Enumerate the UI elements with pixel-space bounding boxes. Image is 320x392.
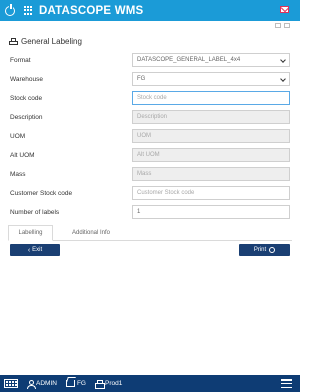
warehouse-select[interactable]: FG (132, 72, 290, 86)
exit-button[interactable]: ‹ Exit (10, 244, 60, 256)
mass-label: Mass (10, 170, 26, 178)
customer-stock-code-label: Customer Stock code (10, 189, 73, 197)
chevron-down-icon (280, 57, 286, 63)
exit-button-label: Exit (32, 247, 43, 253)
app-header: DATASCOPE WMS (0, 0, 300, 21)
footer-warehouse[interactable]: FG (65, 380, 86, 387)
number-of-labels-value: 1 (137, 209, 141, 215)
mass-field: Mass (132, 167, 290, 181)
uom-label: UOM (10, 132, 26, 140)
print-button-label: Print (253, 247, 267, 253)
print-button[interactable]: Print (239, 244, 290, 256)
number-of-labels-label: Number of labels (10, 208, 60, 216)
power-icon[interactable] (5, 3, 15, 16)
customer-stock-code-placeholder: Customer Stock code (137, 190, 195, 196)
description-label: Description (10, 113, 43, 121)
hamburger-menu-icon[interactable] (281, 379, 292, 388)
page-title-text: General Labeling (21, 37, 82, 46)
description-placeholder: Description (137, 114, 168, 120)
description-field: Description (132, 110, 290, 124)
footer-printer-label: Prod1 (104, 380, 123, 387)
stock-code-input[interactable]: Stock code (132, 91, 290, 105)
warehouse-label: Warehouse (10, 75, 43, 83)
printer-icon (9, 37, 18, 46)
customer-stock-code-input[interactable]: Customer Stock code (132, 186, 290, 200)
stock-code-placeholder: Stock code (137, 95, 167, 101)
check-circle-icon (269, 247, 276, 253)
alt-uom-label: Alt UOM (10, 151, 35, 159)
stock-code-label: Stock code (10, 94, 43, 102)
toolbar-icons (275, 23, 290, 28)
uom-field: UOM (132, 129, 290, 143)
settings-small-icon[interactable] (284, 23, 290, 28)
tab-bar: Labelling Additional Info (8, 225, 292, 241)
alt-uom-placeholder: Alt UOM (137, 152, 160, 158)
warehouse-icon (65, 380, 75, 387)
format-value: DATASCOPE_GENERAL_LABEL_4x4 (137, 57, 241, 63)
mail-icon[interactable] (280, 6, 289, 13)
mass-placeholder: Mass (137, 171, 152, 177)
user-icon (27, 379, 36, 389)
footer-user[interactable]: ADMIN (27, 379, 57, 389)
page-title: General Labeling (9, 37, 82, 46)
format-select[interactable]: DATASCOPE_GENERAL_LABEL_4x4 (132, 53, 290, 67)
print-small-icon[interactable] (275, 23, 281, 28)
keyboard-icon[interactable] (4, 379, 18, 388)
chevron-left-icon: ‹ (27, 246, 31, 254)
footer-user-label: ADMIN (36, 380, 57, 387)
format-label: Format (10, 56, 31, 64)
app-title: DATASCOPE WMS (39, 4, 144, 17)
warehouse-value: FG (137, 76, 146, 82)
app-grid-icon (24, 5, 34, 16)
footer-warehouse-label: FG (76, 380, 86, 387)
tab-additional-info[interactable]: Additional Info (60, 225, 122, 241)
footer-bar: ADMIN FG Prod1 (0, 375, 300, 392)
chevron-down-icon (280, 76, 286, 82)
printer-icon (94, 380, 105, 389)
tab-labelling[interactable]: Labelling (8, 225, 53, 241)
uom-placeholder: UOM (137, 133, 151, 139)
number-of-labels-input[interactable]: 1 (132, 205, 290, 219)
footer-printer[interactable]: Prod1 (94, 380, 123, 389)
alt-uom-field: Alt UOM (132, 148, 290, 162)
